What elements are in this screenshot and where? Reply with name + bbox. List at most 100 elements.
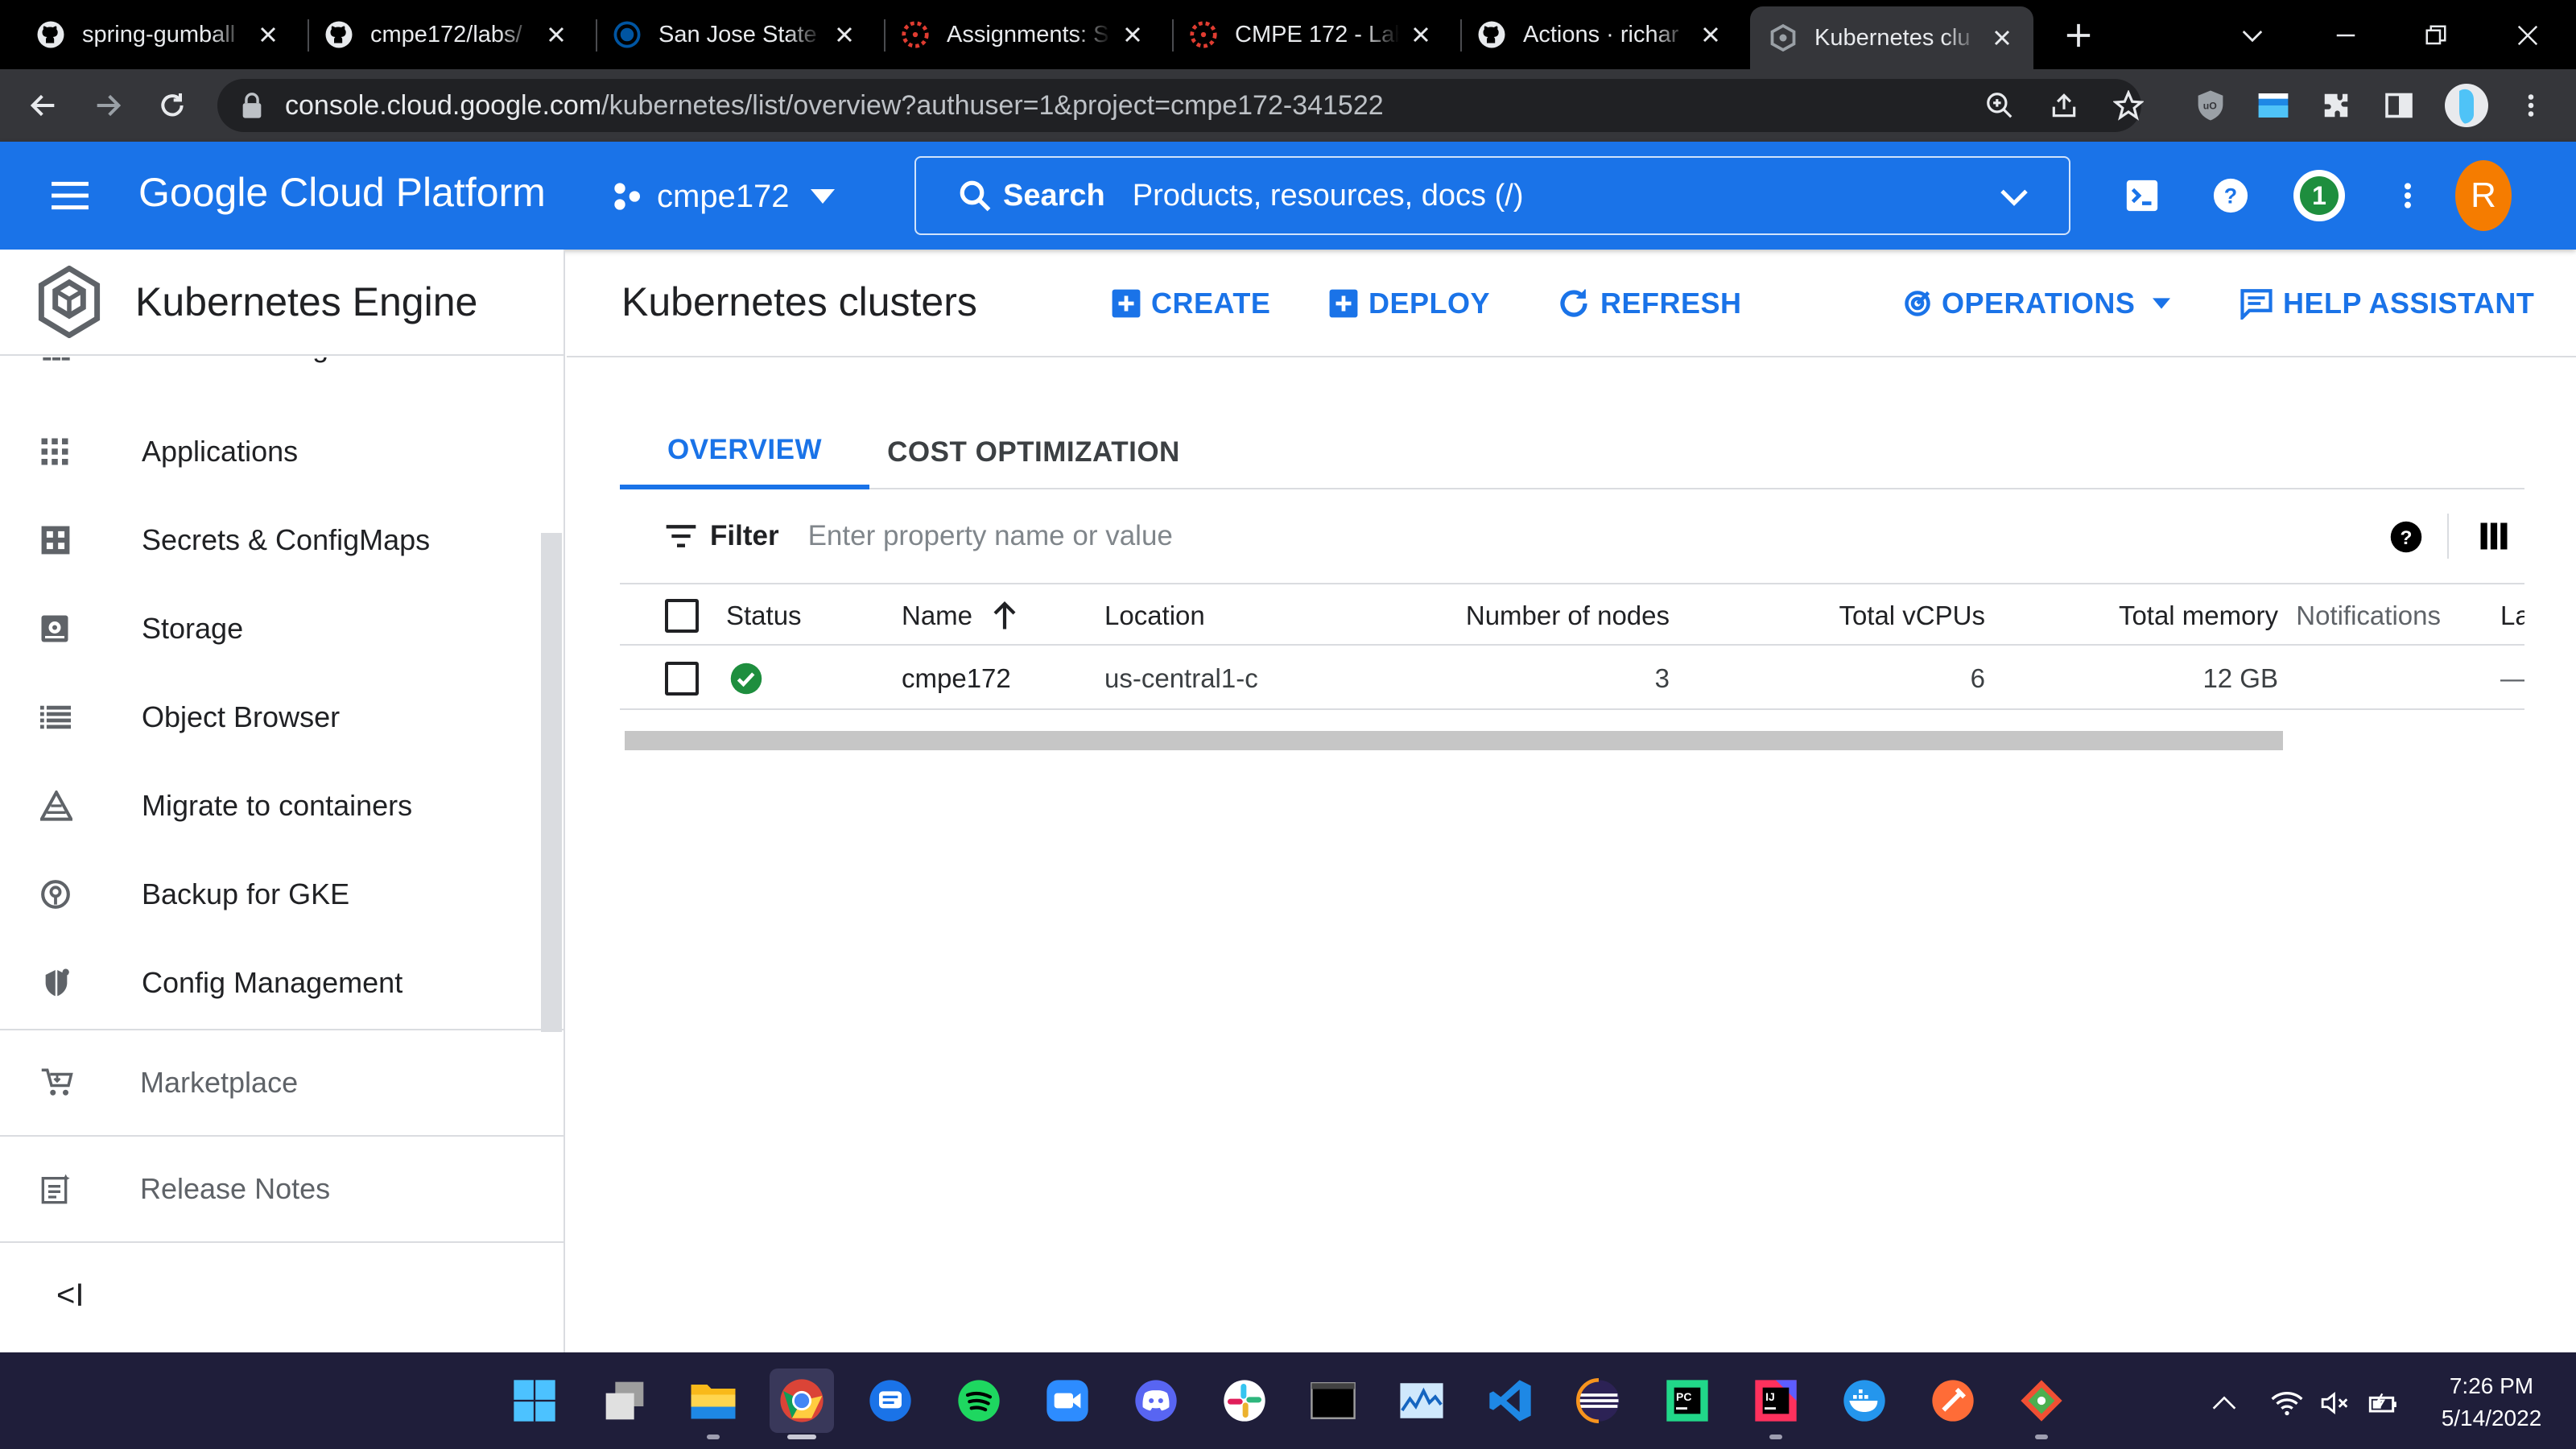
cluster-name-link[interactable]: cmpe172 <box>902 647 1011 710</box>
operations-button[interactable]: OPERATIONS <box>1903 283 2171 324</box>
zoom-app[interactable] <box>1035 1368 1100 1433</box>
sidebar-collapse-button[interactable]: <I <box>0 1241 564 1348</box>
wifi-button[interactable] <box>2267 1383 2307 1423</box>
close-icon[interactable] <box>543 21 570 48</box>
tab-cost-optimization[interactable]: COST OPTIMIZATION <box>881 415 1187 489</box>
battery-button[interactable] <box>2363 1383 2404 1423</box>
sidebar-item-config-management[interactable]: Config Management <box>0 939 539 1027</box>
volume-button[interactable] <box>2315 1383 2355 1423</box>
restore-button[interactable] <box>2412 11 2460 60</box>
spotify-app[interactable] <box>947 1368 1011 1433</box>
browser-tab[interactable]: San Jose State <box>594 6 876 63</box>
system-clock[interactable]: 7:26 PM 5/14/2022 <box>2423 1370 2560 1435</box>
sidebar-item-applications[interactable]: Applications <box>0 407 539 496</box>
discord-app[interactable] <box>1124 1368 1188 1433</box>
close-window-button[interactable] <box>2504 11 2552 60</box>
forward-button[interactable] <box>84 81 132 130</box>
sidebar-item-release-notes[interactable]: Release Notes <box>0 1135 564 1241</box>
tray-overflow-button[interactable] <box>2204 1383 2244 1423</box>
select-all-checkbox[interactable] <box>665 584 699 647</box>
browser-tab[interactable]: Actions · richar <box>1459 6 1742 63</box>
intellij-app[interactable]: IJ <box>1744 1368 1808 1439</box>
chevron-down-icon[interactable] <box>1998 180 2030 213</box>
terminal-app[interactable] <box>1301 1368 1365 1433</box>
docker-app[interactable] <box>1832 1368 1897 1433</box>
column-display-icon[interactable] <box>2479 522 2508 551</box>
back-button[interactable] <box>19 81 68 130</box>
column-header-nodes[interactable]: Number of nodes <box>1425 584 1670 647</box>
cloud-shell-button[interactable] <box>2114 167 2170 224</box>
close-icon[interactable] <box>1119 21 1146 48</box>
file-explorer-app[interactable] <box>681 1368 745 1439</box>
sidebar-item-storage[interactable]: Storage <box>0 584 539 673</box>
close-icon[interactable] <box>1988 24 2016 52</box>
help-assistant-button[interactable]: HELP ASSISTANT <box>2240 283 2534 324</box>
deploy-button[interactable]: DEPLOY <box>1328 283 1490 324</box>
sidebar-item-marketplace[interactable]: Marketplace <box>0 1029 564 1135</box>
browser-menu-button[interactable] <box>2507 81 2555 130</box>
sidebar-item-backup[interactable]: Backup for GKE <box>0 850 539 939</box>
sidebar-scrollbar[interactable] <box>541 533 562 1032</box>
sidebar-item-services-ingress[interactable]: Services & Ingress <box>0 357 539 390</box>
column-header-vcpus[interactable]: Total vCPUs <box>1747 584 1985 647</box>
task-view-button[interactable] <box>592 1368 657 1433</box>
project-selector[interactable]: cmpe172 <box>612 174 835 219</box>
messages-app[interactable] <box>858 1368 923 1433</box>
column-header-location[interactable]: Location <box>1104 584 1205 647</box>
git-app[interactable] <box>2009 1368 2074 1439</box>
notifications-button[interactable]: 1 <box>2291 167 2347 224</box>
close-icon[interactable] <box>254 21 282 48</box>
share-button[interactable] <box>2040 81 2088 130</box>
browser-tab[interactable]: spring-gumball <box>18 6 299 63</box>
performance-monitor-app[interactable] <box>1389 1368 1454 1433</box>
minimize-button[interactable] <box>2322 11 2370 60</box>
side-panel-button[interactable] <box>2375 81 2423 130</box>
new-tab-button[interactable] <box>2054 11 2103 60</box>
zoom-button[interactable] <box>1975 81 2024 130</box>
start-button[interactable] <box>502 1368 567 1433</box>
sidebar-item-migrate[interactable]: Migrate to containers <box>0 762 539 850</box>
help-button[interactable]: ? <box>2202 167 2259 224</box>
help-icon[interactable]: ? <box>2389 520 2423 554</box>
reload-button[interactable] <box>148 81 196 130</box>
extensions-button[interactable] <box>2312 81 2360 130</box>
tab-search-button[interactable] <box>2228 11 2277 60</box>
filter-input[interactable] <box>807 520 1774 552</box>
more-options-button[interactable] <box>2380 167 2436 224</box>
pycharm-app[interactable]: PC <box>1655 1368 1719 1433</box>
table-horizontal-scrollbar[interactable] <box>625 731 2283 750</box>
ublock-extension[interactable]: uO <box>2186 81 2235 130</box>
row-checkbox[interactable] <box>665 647 699 710</box>
slack-app[interactable] <box>1212 1368 1277 1433</box>
sidebar-item-object-browser[interactable]: Object Browser <box>0 673 539 762</box>
profile-avatar[interactable] <box>2442 81 2491 130</box>
gcp-brand[interactable]: Google Cloud Platform <box>138 169 546 216</box>
address-bar[interactable]: console.cloud.google.com/kubernetes/list… <box>217 79 2141 132</box>
eclipse-app[interactable] <box>1567 1368 1631 1433</box>
postman-app[interactable] <box>1921 1368 1985 1433</box>
column-header-status[interactable]: Status <box>726 584 802 647</box>
chrome-app[interactable] <box>770 1368 834 1439</box>
column-header-labels[interactable]: La <box>2500 584 2524 647</box>
browser-tab[interactable]: cmpe172/labs/ <box>306 6 588 63</box>
tab-overview[interactable]: OVERVIEW <box>620 415 869 489</box>
filter-icon[interactable] <box>665 524 697 548</box>
hamburger-menu-button[interactable] <box>42 167 98 224</box>
extension-button[interactable] <box>2249 81 2297 130</box>
search-bar[interactable]: Search Products, resources, docs (/) <box>914 156 2070 235</box>
create-button[interactable]: CREATE <box>1111 283 1270 324</box>
close-icon[interactable] <box>1407 21 1435 48</box>
browser-tab[interactable]: CMPE 172 - Lab <box>1170 6 1452 63</box>
refresh-button[interactable]: REFRESH <box>1557 283 1742 324</box>
account-avatar[interactable]: R <box>2455 160 2512 231</box>
column-header-memory[interactable]: Total memory <box>2037 584 2278 647</box>
bookmark-button[interactable] <box>2104 81 2153 130</box>
browser-tab[interactable]: Assignments: S <box>882 6 1164 63</box>
browser-tab-active[interactable]: Kubernetes clu <box>1750 6 2033 69</box>
sidebar-item-secrets[interactable]: Secrets & ConfigMaps <box>0 496 539 584</box>
table-row[interactable]: cmpe172 us-central1-c 3 6 12 GB — <box>620 647 2524 710</box>
column-header-name[interactable]: Name <box>902 584 1018 647</box>
close-icon[interactable] <box>1697 21 1724 48</box>
vscode-app[interactable] <box>1478 1368 1542 1433</box>
close-icon[interactable] <box>831 21 858 48</box>
